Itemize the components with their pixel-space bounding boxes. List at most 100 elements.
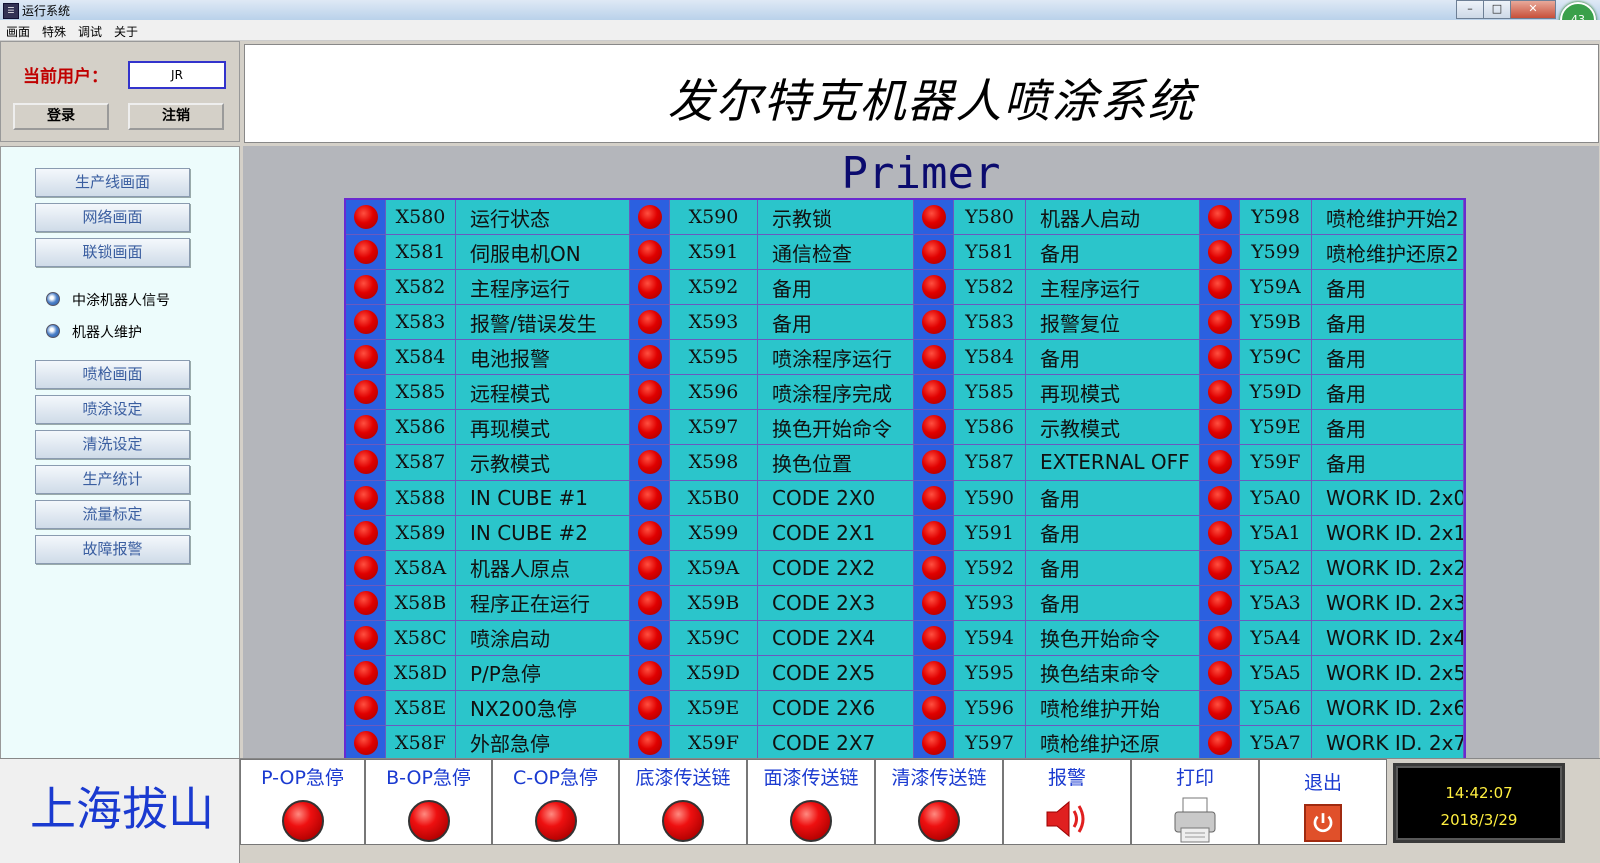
signal-address: X58D [386, 655, 456, 691]
signal-lamp [630, 620, 670, 656]
signal-lamp [1200, 410, 1240, 446]
signal-lamp [346, 340, 386, 376]
signal-address: X59C [670, 620, 758, 656]
red-indicator-icon [637, 660, 662, 685]
radio-robot-maintenance[interactable]: 机器人维护 [46, 322, 246, 342]
red-indicator-icon [1207, 450, 1232, 475]
signal-address: Y5A2 [1240, 550, 1312, 586]
header-panel: 发尔特克机器人喷涂系统 [244, 44, 1599, 143]
signal-lamp [1200, 690, 1240, 726]
menu-about[interactable]: 关于 [108, 20, 144, 40]
signal-address: X59D [670, 655, 758, 691]
exit-label: 退出 [1303, 772, 1342, 794]
red-indicator-icon [353, 345, 378, 370]
signal-description: 喷涂程序完成 [758, 375, 914, 411]
red-indicator-icon [637, 625, 662, 650]
signal-address: X59E [670, 690, 758, 726]
red-indicator-icon [921, 345, 946, 370]
close-button[interactable]: ✕ [1510, 0, 1556, 19]
menu-debug[interactable]: 调试 [72, 20, 108, 40]
signal-description: 备用 [1026, 340, 1200, 376]
signal-lamp [346, 725, 386, 761]
red-indicator-icon [921, 310, 946, 335]
estop-p-op[interactable]: P-OP急停 [240, 759, 365, 845]
signal-description: WORK ID. 2x6 [1312, 690, 1464, 726]
nav-interlock[interactable]: 联锁画面 [35, 238, 190, 267]
red-indicator-icon [637, 520, 662, 545]
nav-spray-settings[interactable]: 喷涂设定 [35, 395, 190, 424]
signal-address: X581 [386, 235, 456, 271]
signal-description: 备用 [758, 270, 914, 306]
signal-lamp [630, 655, 670, 691]
clearcoat-conveyor[interactable]: 清漆传送链 [875, 759, 1003, 845]
red-indicator-icon [637, 380, 662, 405]
nav-fault-alarm[interactable]: 故障报警 [35, 535, 190, 564]
signal-address: Y598 [1240, 200, 1312, 236]
signal-address: Y582 [954, 270, 1026, 306]
signal-description: 喷枪维护开始 [1026, 690, 1200, 726]
signal-description: 备用 [1026, 550, 1200, 586]
footer-bar: 上海拔山 P-OP急停 B-OP急停 C-OP急停 底漆传送链 面漆传送链 清漆… [0, 758, 1600, 863]
maximize-button[interactable]: □ [1483, 0, 1511, 19]
signal-lamp [914, 375, 954, 411]
signal-address: X585 [386, 375, 456, 411]
clock-time: 14:42:07 [1445, 784, 1513, 802]
print-label: 打印 [1175, 767, 1214, 789]
red-indicator-icon [353, 695, 378, 720]
signal-description: CODE 2X2 [758, 550, 914, 586]
logout-button[interactable]: 注销 [128, 103, 224, 130]
app-icon: ☰ [3, 3, 19, 19]
signal-description: 电池报警 [456, 340, 630, 376]
nav-production-line[interactable]: 生产线画面 [35, 168, 190, 197]
menu-special[interactable]: 特殊 [36, 20, 72, 40]
minimize-button[interactable]: – [1456, 0, 1484, 19]
radio-robot-signal[interactable]: 中涂机器人信号 [46, 290, 246, 310]
signal-lamp [914, 655, 954, 691]
signal-description: IN CUBE #2 [456, 515, 630, 551]
signal-lamp [914, 550, 954, 586]
nav-spray-gun[interactable]: 喷枪画面 [35, 360, 190, 389]
signal-lamp [630, 515, 670, 551]
signal-lamp [914, 340, 954, 376]
signal-description: 喷枪维护开始2 [1312, 200, 1464, 236]
signal-lamp [1200, 725, 1240, 761]
nav-production-stats[interactable]: 生产统计 [35, 465, 190, 494]
print-button[interactable]: 打印 [1131, 759, 1259, 845]
red-indicator-icon [921, 660, 946, 685]
signal-address: Y5A5 [1240, 655, 1312, 691]
signal-lamp [1200, 585, 1240, 621]
exit-button[interactable]: 退出 [1259, 759, 1387, 845]
topcoat-conveyor[interactable]: 面漆传送链 [747, 759, 875, 845]
red-indicator-icon [921, 450, 946, 475]
signal-description: 喷涂程序运行 [758, 340, 914, 376]
red-indicator-icon [637, 415, 662, 440]
signal-lamp [1200, 340, 1240, 376]
signal-lamp [1200, 445, 1240, 481]
red-indicator-icon [353, 450, 378, 475]
primer-conveyor[interactable]: 底漆传送链 [619, 759, 747, 845]
signal-description: 喷枪维护还原 [1026, 725, 1200, 761]
red-indicator-icon [921, 555, 946, 580]
red-indicator-icon [921, 415, 946, 440]
estop-b-op[interactable]: B-OP急停 [365, 759, 492, 845]
signal-address: Y59F [1240, 445, 1312, 481]
nav-cleaning-settings[interactable]: 清洗设定 [35, 430, 190, 459]
system-title: 发尔特克机器人喷涂系统 [667, 74, 1196, 128]
signal-address: X591 [670, 235, 758, 271]
red-indicator-icon [353, 275, 378, 300]
alarm-speaker-icon [1046, 800, 1085, 838]
estop-c-op[interactable]: C-OP急停 [492, 759, 619, 845]
nav-network[interactable]: 网络画面 [35, 203, 190, 232]
signal-description: 示教模式 [1026, 410, 1200, 446]
signal-lamp [1200, 305, 1240, 341]
signal-address: Y595 [954, 655, 1026, 691]
signal-description: 备用 [1312, 305, 1464, 341]
nav-flow-calibration[interactable]: 流量标定 [35, 500, 190, 529]
signal-lamp [346, 270, 386, 306]
signal-description: CODE 2X6 [758, 690, 914, 726]
red-indicator-icon [1207, 660, 1232, 685]
menu-screen[interactable]: 画面 [0, 20, 36, 40]
signal-address: Y585 [954, 375, 1026, 411]
login-button[interactable]: 登录 [13, 103, 109, 130]
alarm-button[interactable]: 报警 [1003, 759, 1131, 845]
